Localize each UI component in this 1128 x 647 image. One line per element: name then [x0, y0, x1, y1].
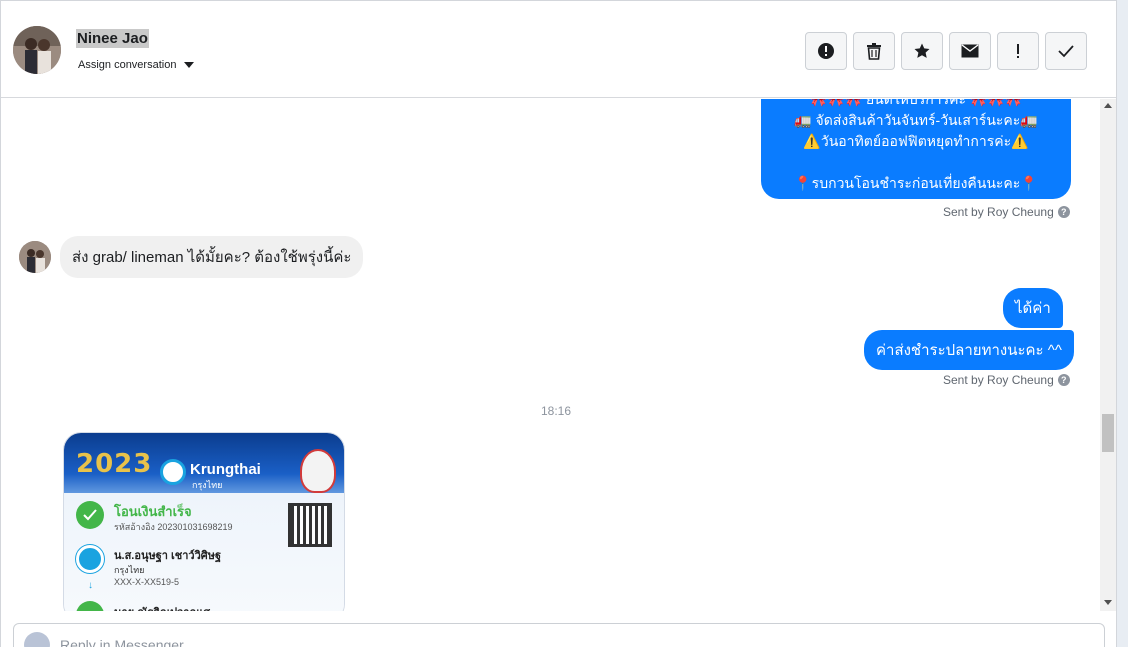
help-icon[interactable]: ?: [1057, 374, 1070, 386]
message-timestamp: 18:16: [540, 404, 572, 418]
star-icon: [914, 43, 930, 58]
reply-input[interactable]: [60, 637, 660, 647]
slip-reference: รหัสอ้างอิง 202301031698219: [114, 522, 233, 532]
mark-spam-button[interactable]: [805, 32, 847, 70]
page-avatar: [24, 632, 50, 647]
bank-logo-icon: [76, 545, 104, 573]
header-actions: [805, 32, 1087, 70]
krungthai-logo-icon: [160, 459, 186, 485]
scrollbar-thumb[interactable]: [1102, 414, 1114, 452]
follow-up-button[interactable]: [997, 32, 1039, 70]
transfer-slip-image[interactable]: 2023 Krungthai กรุงไทย โอนเงินสำเร็จ รหั…: [63, 432, 345, 611]
messenger-page: Ninee Jao Assign conversation 🎀🎀🎀 ยินดีใ…: [0, 0, 1128, 647]
outgoing-message[interactable]: ค่าส่งชำระปลายทางนะคะ ^^: [864, 330, 1074, 370]
sent-by-text: Sent by Roy Cheung: [943, 205, 1054, 219]
assign-conversation-dropdown[interactable]: Assign conversation: [78, 59, 195, 71]
slip-from-bank: กรุงไทย: [114, 565, 145, 575]
slip-from-account: XXX-X-XX519-5: [114, 577, 180, 587]
incoming-message[interactable]: ส่ง grab/ lineman ได้มั้ยคะ? ต้องใช้พรุ่…: [60, 236, 364, 278]
promo-line: ⚠️วันอาทิตย์ออฟฟิตหยุดทำการค่ะ⚠️: [803, 133, 1029, 149]
assign-conversation-label: Assign conversation: [78, 59, 177, 71]
message-thread[interactable]: 🎀🎀🎀 ยินดีให้บริการค่ะ 🎀🎀🎀 🚛 จัดส่งสินค้า…: [1, 99, 1100, 611]
check-circle-icon: [76, 501, 104, 529]
slip-bank-name-th: กรุงไทย: [192, 480, 223, 490]
check-icon: [1058, 45, 1074, 58]
sent-by-text: Sent by Roy Cheung: [943, 373, 1054, 387]
promo-line: 🎀🎀🎀 ยินดีให้บริการค่ะ 🎀🎀🎀: [809, 99, 1023, 107]
slip-year: 2023: [76, 449, 153, 479]
delete-button[interactable]: [853, 32, 895, 70]
slip-status: โอนเงินสำเร็จ: [114, 504, 192, 519]
contact-name[interactable]: Ninee Jao: [76, 29, 149, 48]
arrow-down-icon: ↓: [88, 580, 93, 591]
caret-down-icon: [184, 62, 195, 68]
right-rail: [1117, 0, 1128, 647]
scroll-down-icon[interactable]: [1104, 600, 1112, 605]
slip-to-name: นาย ณัฐจิณปวาณเส: [114, 603, 210, 611]
mark-unread-button[interactable]: [949, 32, 991, 70]
star-button[interactable]: [901, 32, 943, 70]
contact-avatar[interactable]: [13, 26, 61, 74]
conversation-header: Ninee Jao Assign conversation: [1, 0, 1116, 98]
help-icon[interactable]: ?: [1057, 206, 1070, 218]
slip-bank-name: Krungthai: [190, 461, 261, 478]
promo-line: [773, 152, 1059, 173]
scroll-up-icon[interactable]: [1104, 103, 1112, 108]
slip-from-name: น.ส.อนุษฐา เชาว์วิศิษฐ: [114, 550, 222, 562]
promo-line: 📍รบกวนโอนชำระก่อนเที่ยงคืนนะคะ📍: [794, 175, 1038, 191]
trash-icon: [867, 43, 881, 60]
alert-circle-icon: [818, 43, 834, 59]
sent-by-label: Sent by Roy Cheung ?: [943, 373, 1070, 387]
exclamation-icon: [1017, 44, 1019, 58]
contact-avatar-small: [19, 241, 51, 273]
envelope-icon: [961, 44, 979, 58]
promo-line: 🚛 จัดส่งสินค้าวันจันทร์-วันเสาร์นะคะ🚛: [794, 112, 1038, 128]
thread-scrollbar[interactable]: [1100, 99, 1116, 611]
outgoing-promo-message[interactable]: 🎀🎀🎀 ยินดีให้บริการค่ะ 🎀🎀🎀 🚛 จัดส่งสินค้า…: [761, 99, 1071, 199]
reply-composer: [13, 623, 1105, 647]
mark-done-button[interactable]: [1045, 32, 1087, 70]
mascot-icon: [300, 449, 336, 493]
qr-code-icon: [288, 503, 332, 547]
outgoing-message[interactable]: ได้ค่า: [1003, 288, 1063, 328]
sent-by-label: Sent by Roy Cheung ?: [943, 205, 1070, 219]
